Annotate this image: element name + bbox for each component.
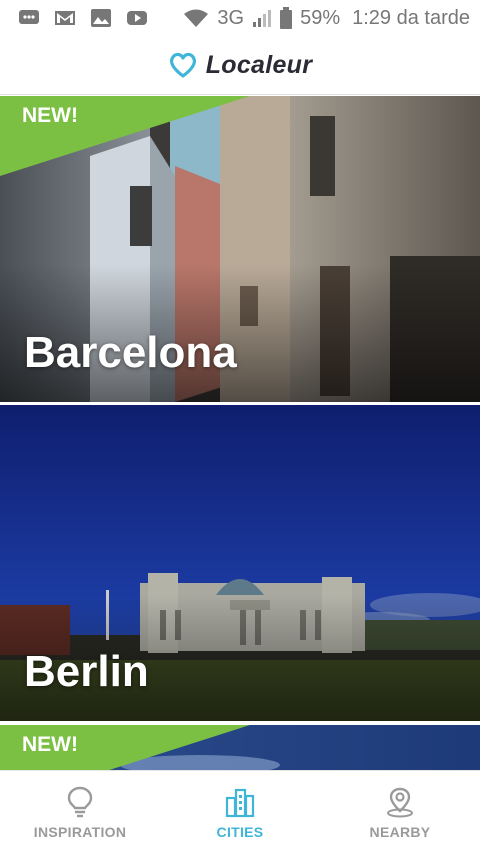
app-header: Localeur — [0, 36, 480, 95]
signal-icon — [253, 10, 272, 27]
city-title: Barcelona — [24, 328, 237, 377]
new-badge-label: NEW! — [22, 104, 78, 127]
heart-logo-icon — [169, 52, 196, 78]
gallery-icon — [91, 9, 111, 27]
wifi-icon — [184, 9, 209, 27]
battery-icon — [280, 7, 293, 29]
notification-icons — [18, 8, 148, 28]
nav-label-cities: CITIES — [216, 824, 264, 840]
buildings-icon — [225, 788, 255, 818]
nav-label-nearby: NEARBY — [369, 824, 431, 840]
youtube-icon — [127, 11, 147, 25]
city-card-barcelona[interactable]: NEW! Barcelona — [0, 96, 480, 402]
clock: 1:29 da tarde — [352, 6, 470, 29]
gmail-icon — [55, 11, 75, 25]
city-title: Berlin — [24, 647, 149, 696]
nav-cities[interactable]: CITIES — [160, 786, 320, 840]
new-badge-label: NEW! — [22, 733, 78, 756]
messages-icon — [19, 10, 39, 24]
city-card-berlin[interactable]: Berlin — [0, 405, 480, 721]
nav-inspiration[interactable]: INSPIRATION — [0, 786, 160, 840]
system-icons: 3G 59% 1:29 da tarde — [183, 7, 470, 30]
battery-level: 59% — [300, 6, 341, 29]
lightbulb-icon — [67, 786, 93, 818]
nav-label-inspiration: INSPIRATION — [33, 824, 127, 840]
status-bar: 3G 59% 1:29 da tarde — [0, 0, 480, 36]
bottom-navigation: INSPIRATION CITIES NEARBY — [0, 770, 480, 855]
network-type: 3G — [217, 6, 245, 29]
city-card-partial[interactable]: NEW! — [0, 725, 480, 770]
location-pin-icon — [387, 787, 413, 818]
brand-name: Localeur — [205, 50, 313, 79]
nav-nearby[interactable]: NEARBY — [320, 786, 480, 840]
